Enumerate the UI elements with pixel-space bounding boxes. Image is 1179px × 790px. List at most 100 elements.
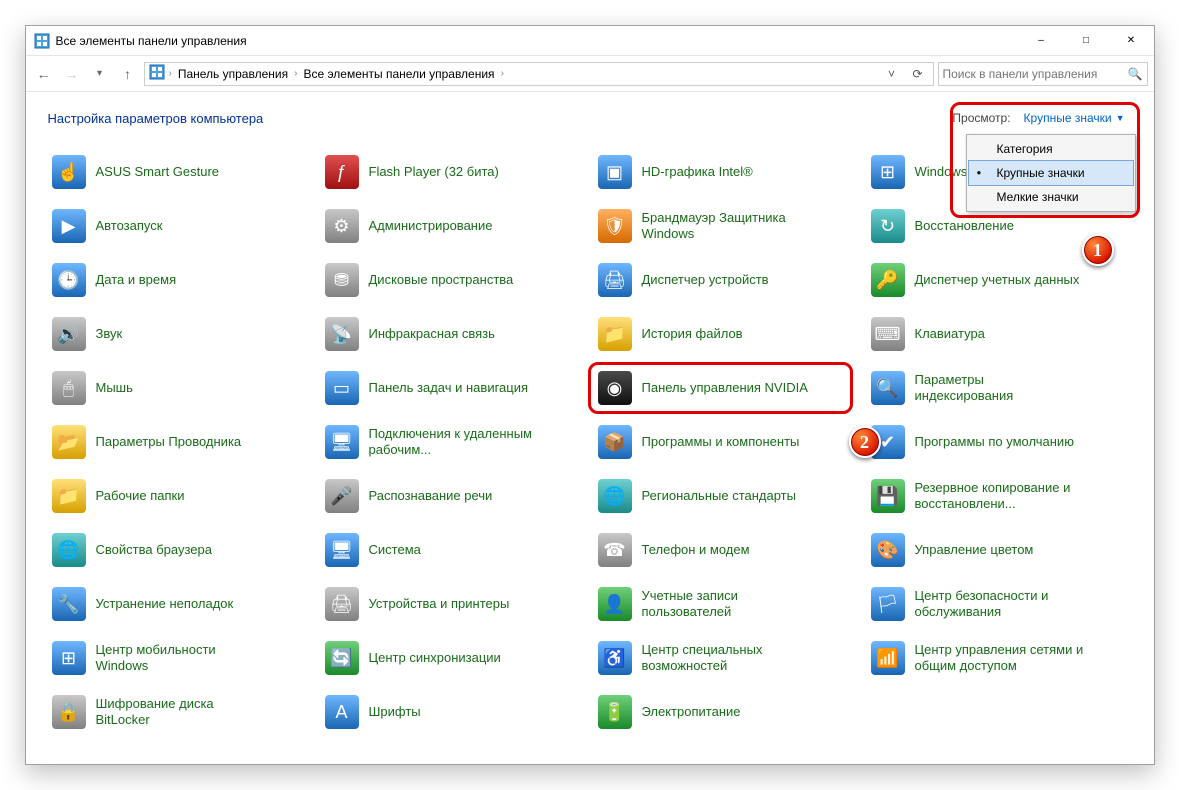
item-label: Дата и время — [96, 272, 177, 288]
item-icon: 🔄 — [325, 641, 359, 675]
item-icon: 📁 — [52, 479, 86, 513]
control-panel-item[interactable]: ◉Панель управления NVIDIA — [594, 368, 859, 408]
address-dropdown-icon[interactable]: ˅ — [881, 63, 903, 85]
maximize-button[interactable]: □ — [1064, 26, 1109, 55]
item-icon: ⛃ — [325, 263, 359, 297]
view-dropdown-item[interactable]: Крупные значки — [969, 161, 1133, 185]
item-icon: 🌐 — [598, 479, 632, 513]
item-icon: 📶 — [871, 641, 905, 675]
chevron-down-icon: ▼ — [1116, 113, 1125, 123]
control-panel-item[interactable]: 📡Инфракрасная связь — [321, 314, 586, 354]
item-icon: 🖥 — [325, 533, 359, 567]
item-label: Устройства и принтеры — [369, 596, 510, 612]
item-label: Телефон и модем — [642, 542, 750, 558]
control-panel-item[interactable]: 📶Центр управления сетями и общим доступо… — [867, 638, 1132, 678]
control-panel-item[interactable]: 🎨Управление цветом — [867, 530, 1132, 570]
control-panel-item[interactable]: ✔Программы по умолчанию — [867, 422, 1132, 462]
control-panel-item[interactable]: 🔄 Центр синхронизации — [321, 638, 586, 678]
item-label: Шрифты — [369, 704, 421, 720]
control-panel-item[interactable]: 🏳 Центр безопасности и обслуживания — [867, 584, 1132, 624]
control-panel-item[interactable]: 🌐Региональные стандарты — [594, 476, 859, 516]
control-panel-item[interactable]: 📁История файлов — [594, 314, 859, 354]
item-label: Центр синхронизации — [369, 650, 501, 666]
search-icon[interactable]: 🔍 — [1128, 67, 1143, 81]
item-icon: ♿ — [598, 641, 632, 675]
item-icon: ↻ — [871, 209, 905, 243]
item-icon: ⊞ — [52, 641, 86, 675]
page-title: Настройка параметров компьютера — [48, 111, 264, 126]
item-icon: 🔊 — [52, 317, 86, 351]
item-label: Дисковые пространства — [369, 272, 514, 288]
item-icon: ⚙ — [325, 209, 359, 243]
control-panel-item[interactable]: 📁Рабочие папки — [48, 476, 313, 516]
item-label: Диспетчер учетных данных — [915, 272, 1080, 288]
control-panel-item[interactable]: 🔒Шифрование диска BitLocker — [48, 692, 313, 732]
refresh-button[interactable]: ⟳ — [907, 63, 929, 85]
window-title: Все элементы панели управления — [56, 34, 1019, 48]
item-icon: A — [325, 695, 359, 729]
item-icon: ƒ — [325, 155, 359, 189]
control-panel-item[interactable]: 👤Учетные записи пользователей — [594, 584, 859, 624]
control-panel-item[interactable]: ⊞Центр мобильности Windows — [48, 638, 313, 678]
control-panel-item[interactable]: 🖨Диспетчер устройств — [594, 260, 859, 300]
control-panel-item[interactable]: 🛡Брандмауэр Защитника Windows — [594, 206, 859, 246]
control-panel-item[interactable]: ▭Панель задач и навигация — [321, 368, 586, 408]
item-icon: 🏳 — [871, 587, 905, 621]
item-label: Центр специальных возможностей — [642, 642, 812, 673]
control-panel-item[interactable]: A Шрифты — [321, 692, 586, 732]
control-panel-item[interactable]: 🔍Параметры индексирования — [867, 368, 1132, 408]
control-panel-item[interactable]: 🕒Дата и время — [48, 260, 313, 300]
control-panel-item[interactable]: 📦Программы и компоненты — [594, 422, 859, 462]
breadcrumb-item[interactable]: Все элементы панели управления — [301, 67, 496, 81]
forward-button[interactable]: → — [60, 62, 84, 86]
item-label: Панель управления NVIDIA — [642, 380, 808, 396]
control-panel-item[interactable]: 📂Параметры Проводника — [48, 422, 313, 462]
control-panel-grid: ☝ASUS Smart GestureƒFlash Player (32 бит… — [48, 152, 1132, 732]
recent-locations-button[interactable]: ▾ — [88, 62, 112, 86]
control-panel-item[interactable]: ⛃ Дисковые пространства — [321, 260, 586, 300]
control-panel-item[interactable]: 🔋Электропитание — [594, 692, 859, 732]
back-button[interactable]: ← — [32, 62, 56, 86]
control-panel-item[interactable]: ♿ Центр специальных возможностей — [594, 638, 859, 678]
control-panel-item[interactable]: ▶Автозапуск — [48, 206, 313, 246]
control-panel-item[interactable]: 🌐Свойства браузера — [48, 530, 313, 570]
item-label: Подключения к удаленным рабочим... — [369, 426, 539, 457]
item-label: Диспетчер устройств — [642, 272, 769, 288]
control-panel-item[interactable]: ⚙Администрирование — [321, 206, 586, 246]
breadcrumb-sep-icon[interactable]: › — [294, 68, 297, 79]
navigation-bar: ← → ▾ ↑ › Панель управления › Все элемен… — [26, 56, 1154, 92]
control-panel-item[interactable]: 🖥Подключения к удаленным рабочим... — [321, 422, 586, 462]
control-panel-item[interactable]: 🔊Звук — [48, 314, 313, 354]
titlebar: Все элементы панели управления – □ ✕ — [26, 26, 1154, 56]
control-panel-item[interactable]: 🖨Устройства и принтеры — [321, 584, 586, 624]
view-select[interactable]: Крупные значки ▼ — [1017, 108, 1132, 128]
control-panel-item[interactable]: 🔑Диспетчер учетных данных — [867, 260, 1132, 300]
close-button[interactable]: ✕ — [1109, 26, 1154, 55]
address-bar[interactable]: › Панель управления › Все элементы панел… — [144, 62, 934, 86]
search-input[interactable] — [943, 67, 1128, 81]
control-panel-item[interactable]: ƒFlash Player (32 бита) — [321, 152, 586, 192]
window-controls: – □ ✕ — [1019, 26, 1154, 55]
breadcrumb-sep-icon[interactable]: › — [501, 68, 504, 79]
control-panel-item[interactable]: 🖱 Мышь — [48, 368, 313, 408]
search-box[interactable]: 🔍 — [938, 62, 1148, 86]
control-panel-item[interactable]: 💾Резервное копирование и восстановлени..… — [867, 476, 1132, 516]
item-icon: 🖱 — [52, 371, 86, 405]
control-panel-item[interactable]: ⌨Клавиатура — [867, 314, 1132, 354]
control-panel-item[interactable]: ☎Телефон и модем — [594, 530, 859, 570]
control-panel-item[interactable]: 🖥Система — [321, 530, 586, 570]
item-label: Центр безопасности и обслуживания — [915, 588, 1085, 619]
breadcrumb-sep-icon[interactable]: › — [169, 68, 172, 79]
control-panel-item[interactable]: 🎤Распознавание речи — [321, 476, 586, 516]
up-button[interactable]: ↑ — [116, 62, 140, 86]
control-panel-item[interactable]: ☝ASUS Smart Gesture — [48, 152, 313, 192]
breadcrumb-item[interactable]: Панель управления — [176, 67, 290, 81]
view-dropdown-item[interactable]: Мелкие значки — [969, 185, 1133, 209]
control-panel-item[interactable]: ▣HD-графика Intel® — [594, 152, 859, 192]
item-label: Учетные записи пользователей — [642, 588, 812, 619]
item-label: Мышь — [96, 380, 133, 396]
view-dropdown-item[interactable]: Категория — [969, 137, 1133, 161]
control-panel-item[interactable]: 🔧Устранение неполадок — [48, 584, 313, 624]
minimize-button[interactable]: – — [1019, 26, 1064, 55]
item-icon: 🌐 — [52, 533, 86, 567]
